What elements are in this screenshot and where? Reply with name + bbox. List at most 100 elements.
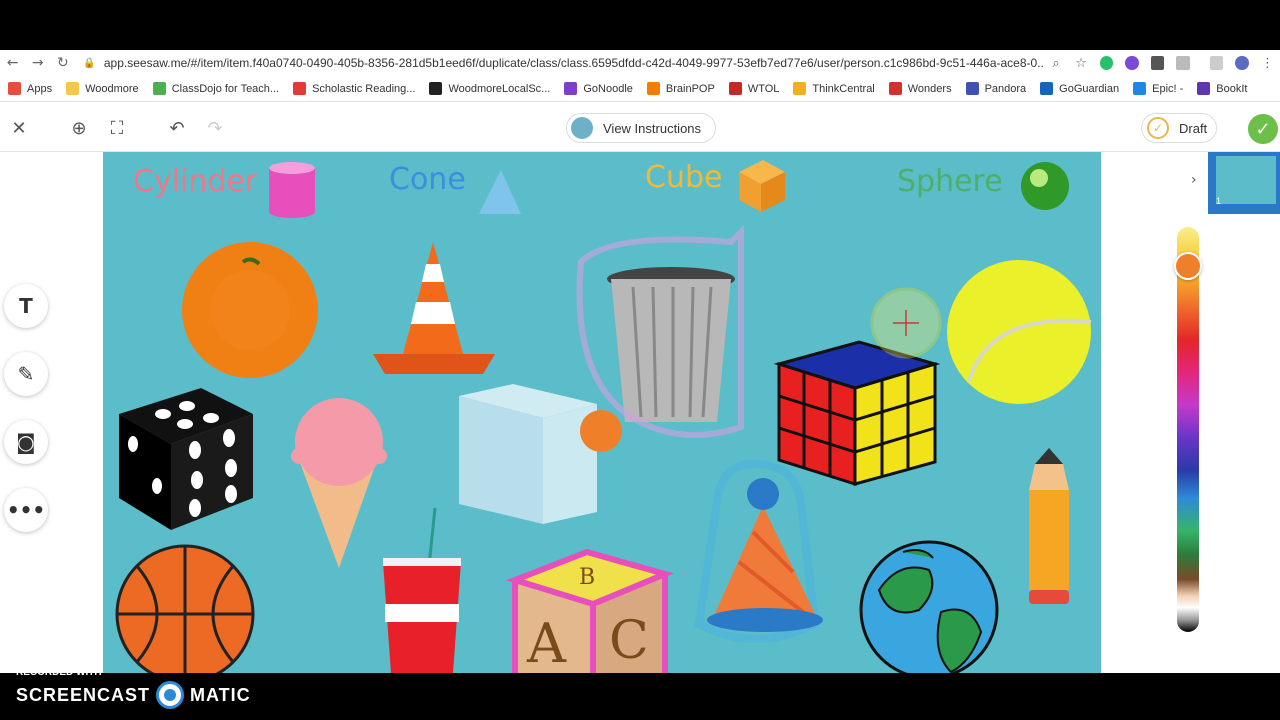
grammarly-extension-icon[interactable] xyxy=(1099,56,1114,70)
page-thumbnail[interactable]: 1 xyxy=(1208,152,1280,214)
camera-tool-icon[interactable]: ◙ xyxy=(4,420,48,464)
bookmark-item[interactable]: WoodmoreLocalSc... xyxy=(429,82,550,95)
color-picker-knob[interactable] xyxy=(1174,252,1202,280)
bookmark-favicon-icon xyxy=(8,82,21,95)
rubiks-cube xyxy=(773,340,941,487)
bookmark-item[interactable]: Apps xyxy=(8,82,52,95)
bookmark-item[interactable]: Woodmore xyxy=(66,82,139,95)
bookmark-favicon-icon xyxy=(728,82,742,95)
bookmark-favicon-icon xyxy=(1040,82,1054,95)
bookmark-favicon-icon xyxy=(293,82,307,95)
bookmark-item[interactable]: ClassDojo for Teach... xyxy=(152,82,279,95)
search-icon[interactable]: ⌕ xyxy=(1043,50,1068,76)
cylinder-icon xyxy=(269,162,315,218)
undo-icon[interactable]: ↶ xyxy=(164,115,190,141)
bookmark-label: ThinkCentral xyxy=(812,82,875,95)
star-icon[interactable]: ☆ xyxy=(1069,50,1094,76)
bookmark-label: Apps xyxy=(27,82,53,95)
redo-icon[interactable]: ↷ xyxy=(202,115,228,141)
earth-globe xyxy=(859,540,999,673)
watermark-left: SCREENCAST xyxy=(16,684,151,705)
browser-menu-icon[interactable]: ⋮ xyxy=(1255,50,1280,76)
more-tools-icon[interactable]: ••• xyxy=(4,488,48,532)
bookmark-item[interactable]: BookIt xyxy=(1197,82,1247,95)
basketball xyxy=(115,544,255,673)
workspace: T ✎ ◙ ••• Cylinder Cone Cube Sphere A C … xyxy=(0,152,1280,673)
draft-button[interactable]: ✓ Draft xyxy=(1141,113,1217,143)
bookmark-favicon-icon xyxy=(888,82,902,95)
browser-address-bar: ← → ↻ 🔒 app.seesaw.me/#/item/item.f40a07… xyxy=(0,50,1280,76)
tennis-ball xyxy=(947,260,1092,404)
bookmark-label: Woodmore xyxy=(85,82,139,95)
bookmark-favicon-icon xyxy=(429,82,443,95)
bookmark-item[interactable]: BrainPOP xyxy=(646,82,715,95)
pencil xyxy=(1029,448,1069,604)
page-thumbnail-preview xyxy=(1216,156,1276,204)
bookmark-favicon-icon xyxy=(564,82,578,95)
bookmark-item[interactable]: WTOL xyxy=(728,82,779,95)
draft-label: Draft xyxy=(1179,120,1208,136)
right-panel: › 1 xyxy=(1101,152,1280,673)
bookmark-item[interactable]: Pandora xyxy=(965,82,1026,95)
record-dot-icon xyxy=(156,681,185,709)
bookmark-favicon-icon xyxy=(1133,82,1147,95)
block-letter-b: B xyxy=(579,565,595,590)
cube-icon xyxy=(739,160,785,212)
lock-icon: 🔒 xyxy=(83,57,96,69)
bookmarks-bar: Apps Woodmore ClassDojo for Teach... Schola… xyxy=(0,76,1280,102)
bookmark-label: GoNoodle xyxy=(583,82,633,95)
seesaw-toolbar: ✕ ⊕ ⛶ ↶ ↷ View Instructions ✓ Draft ✓ xyxy=(0,102,1280,152)
text-tool-icon[interactable]: T xyxy=(4,284,48,328)
bookmark-item[interactable]: ThinkCentral xyxy=(793,82,875,95)
fullscreen-icon[interactable]: ⛶ xyxy=(104,115,130,141)
orange-fruit xyxy=(182,242,318,378)
bookmark-item[interactable]: Wonders xyxy=(888,82,952,95)
canvas-art: A C B xyxy=(115,160,1092,673)
pen-tool-icon[interactable]: ✎ xyxy=(4,352,48,396)
bookmark-item[interactable]: Scholastic Reading... xyxy=(293,82,415,95)
drawing-canvas[interactable]: Cylinder Cone Cube Sphere A C B xyxy=(103,152,1101,673)
color-picker-strip[interactable] xyxy=(1177,227,1199,632)
reload-icon[interactable]: ↻ xyxy=(50,50,75,76)
black-dice xyxy=(119,388,253,530)
bookmark-label: BrainPOP xyxy=(665,82,715,95)
recorded-with-text: RECORDED WITH xyxy=(16,667,102,678)
block-letter-a: A xyxy=(526,612,567,673)
trash-can xyxy=(576,224,744,438)
page-number: 1 xyxy=(1216,196,1222,206)
view-instructions-label: View Instructions xyxy=(603,120,702,136)
bookmark-favicon-icon xyxy=(965,82,979,95)
teacher-avatar xyxy=(571,117,593,139)
bookmark-item[interactable]: GoGuardian xyxy=(1040,82,1119,95)
bookmark-favicon-icon xyxy=(646,82,660,95)
bookmark-label: Epic! - xyxy=(1152,82,1184,95)
bookmark-label: Wonders xyxy=(907,82,952,95)
bookmark-favicon-icon xyxy=(793,82,807,95)
block-letter-c: C xyxy=(609,611,649,671)
bookmark-label: GoGuardian xyxy=(1059,82,1120,95)
sphere-icon xyxy=(1021,162,1069,210)
bookmark-item[interactable]: GoNoodle xyxy=(564,82,633,95)
forward-icon[interactable]: → xyxy=(25,50,50,76)
party-hat xyxy=(694,459,823,643)
url-field[interactable]: 🔒 app.seesaw.me/#/item/item.f40a0740-049… xyxy=(83,52,1043,74)
bookmark-item[interactable]: Epic! - xyxy=(1133,82,1183,95)
puzzle-extension-icon[interactable] xyxy=(1176,56,1190,70)
recording-watermark-bar: RECORDED WITH SCREENCAST MATIC xyxy=(0,667,1280,720)
qr-extension-icon[interactable] xyxy=(1150,56,1165,70)
profile-avatar[interactable] xyxy=(1235,56,1249,70)
bookmark-favicon-icon xyxy=(1197,82,1211,95)
close-icon[interactable]: ✕ xyxy=(6,115,32,141)
bookmark-label: WoodmoreLocalSc... xyxy=(448,82,551,95)
submit-check-button[interactable]: ✓ xyxy=(1248,114,1278,144)
zoom-in-icon[interactable]: ⊕ xyxy=(66,115,92,141)
back-icon[interactable]: ← xyxy=(0,50,25,76)
view-instructions-button[interactable]: View Instructions xyxy=(566,113,716,143)
bookmark-favicon-icon xyxy=(66,82,80,95)
cast-icon[interactable] xyxy=(1209,56,1224,70)
drink-cup xyxy=(383,507,461,673)
extension-icon[interactable] xyxy=(1125,56,1139,70)
chevron-right-icon[interactable]: › xyxy=(1191,172,1197,188)
left-tool-panel: T ✎ ◙ ••• xyxy=(0,152,103,673)
draft-check-icon: ✓ xyxy=(1147,117,1169,139)
